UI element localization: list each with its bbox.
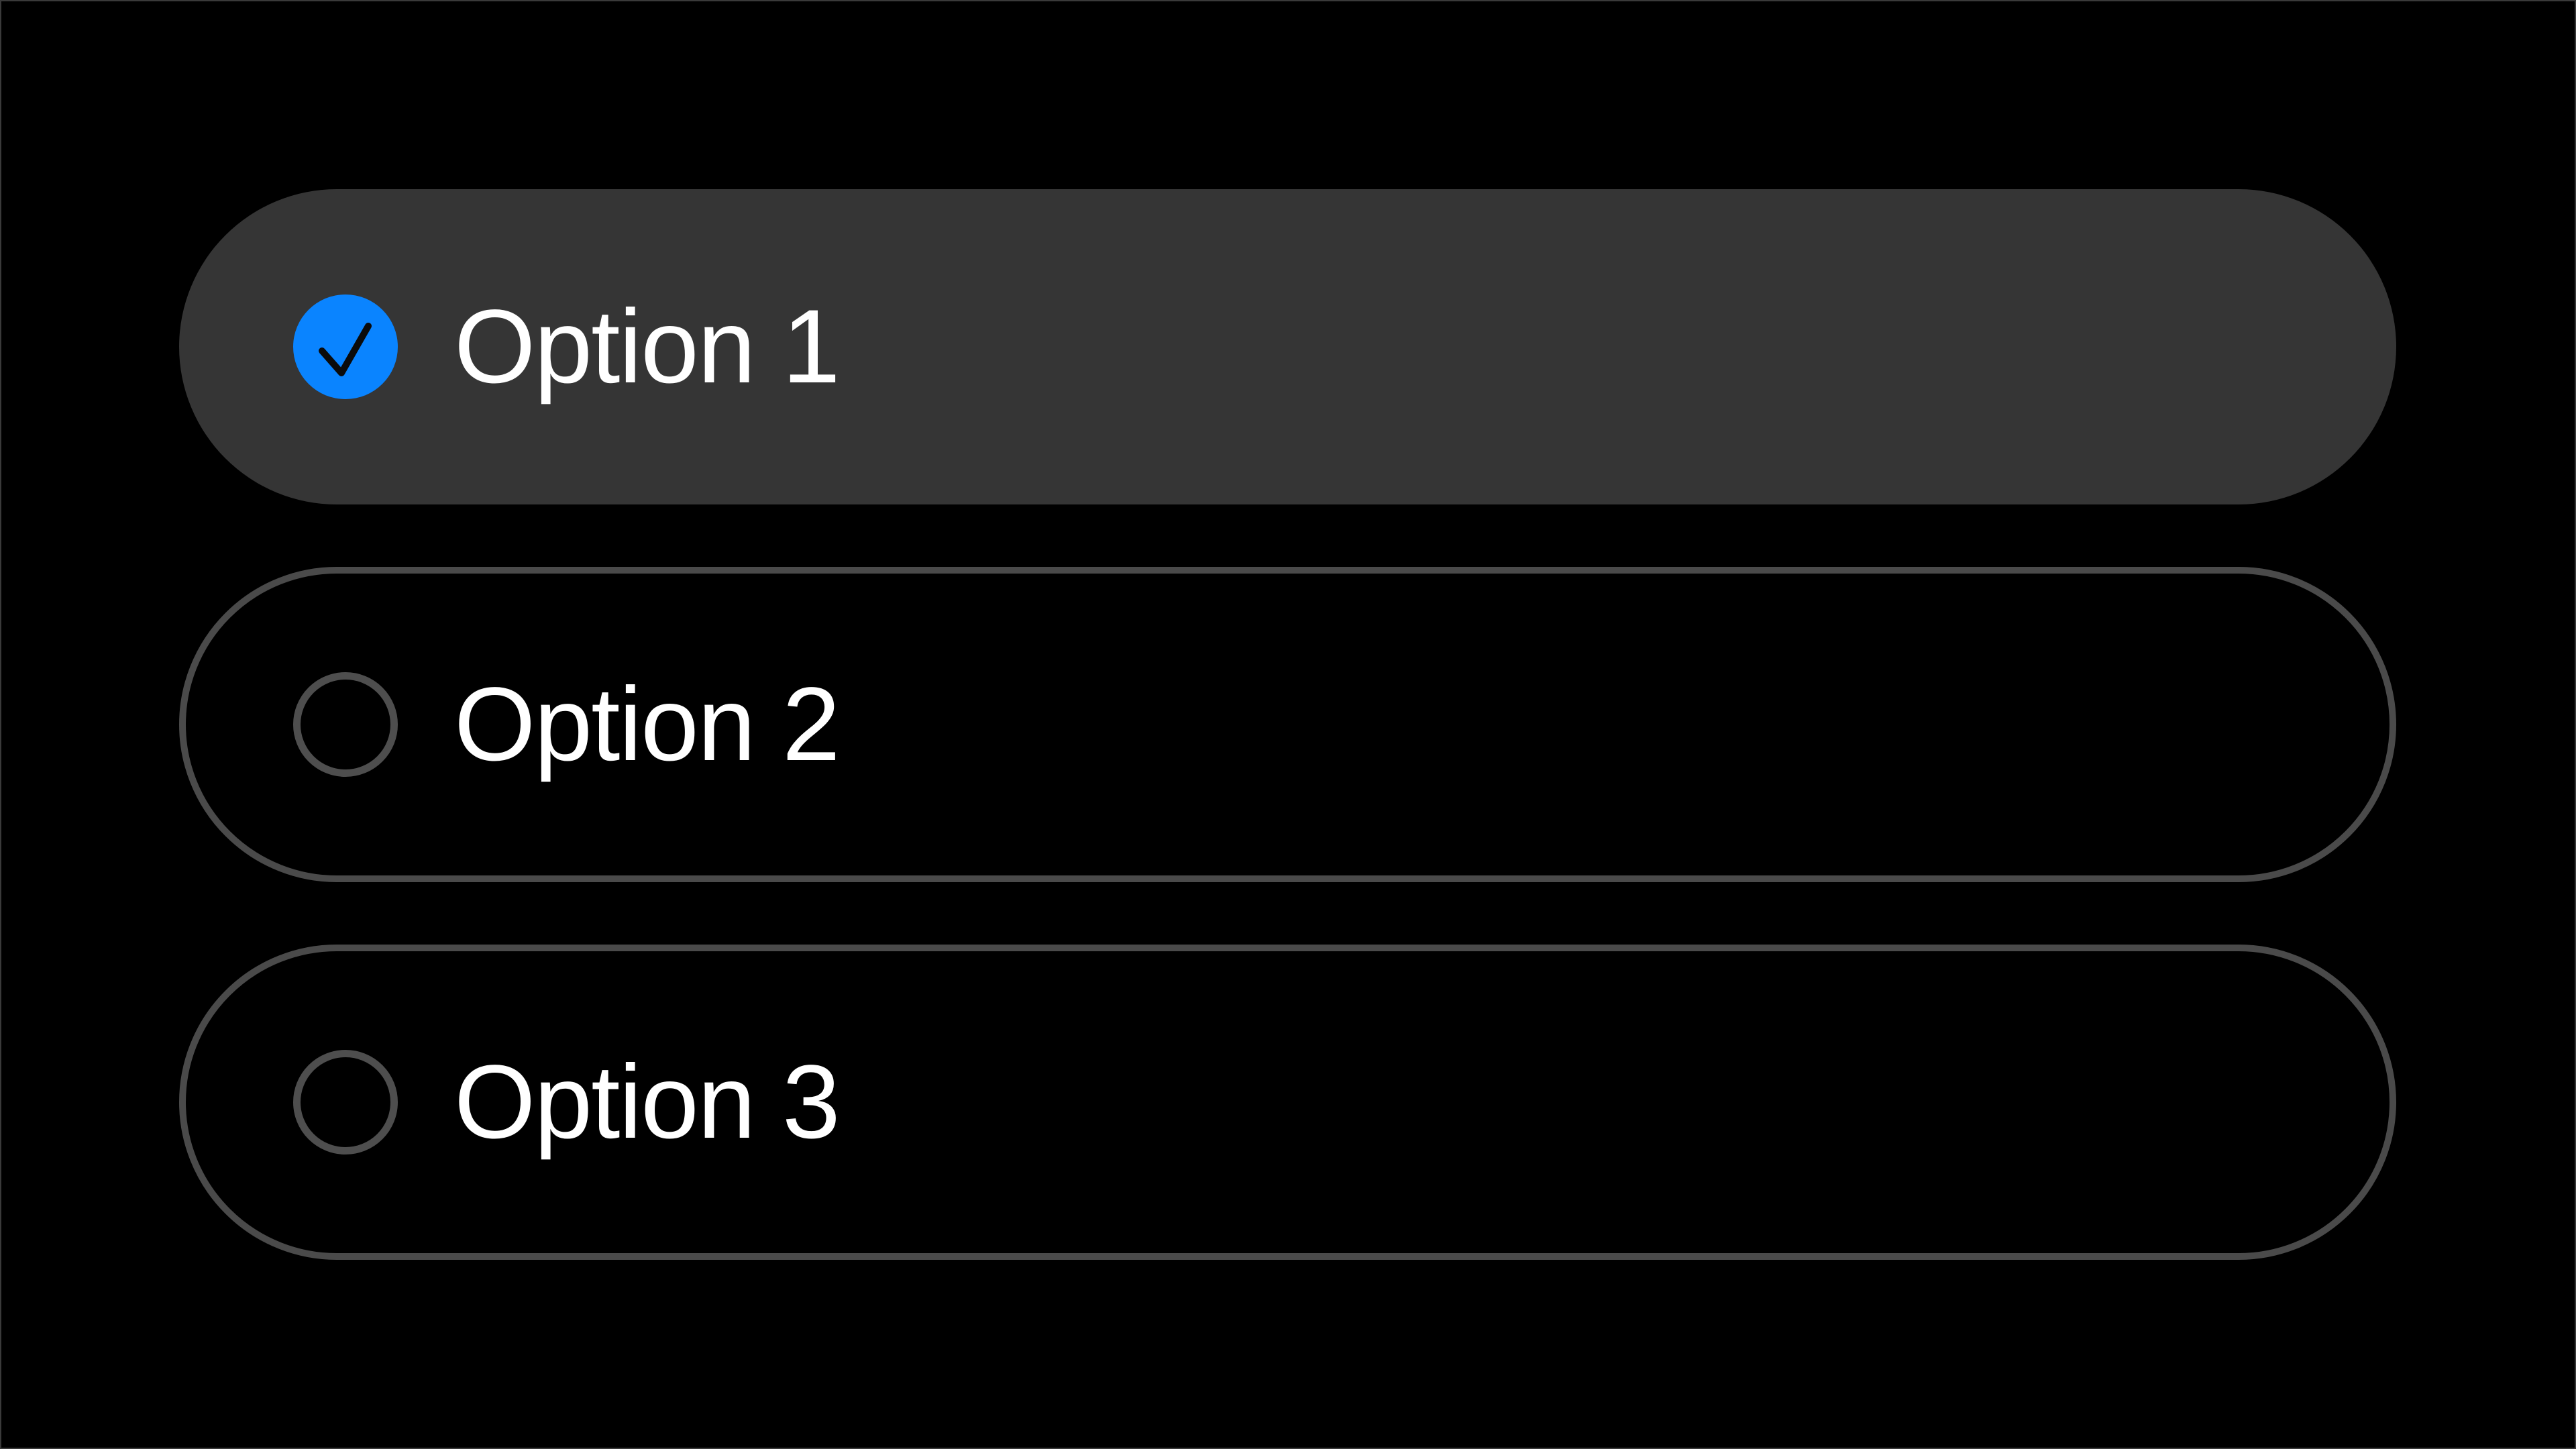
option-label: Option 3 <box>454 1044 841 1161</box>
option-1[interactable]: Option 1 <box>179 189 2396 504</box>
empty-radio-icon <box>293 1050 398 1155</box>
option-list: Option 1 Option 2 Option 3 <box>179 189 2396 1322</box>
screen-frame: Option 1 Option 2 Option 3 <box>0 0 2576 1449</box>
option-2[interactable]: Option 2 <box>179 567 2396 882</box>
option-label: Option 1 <box>454 288 841 405</box>
empty-radio-icon <box>293 672 398 777</box>
checkmark-icon <box>293 294 398 399</box>
option-label: Option 2 <box>454 666 841 783</box>
option-3[interactable]: Option 3 <box>179 945 2396 1260</box>
